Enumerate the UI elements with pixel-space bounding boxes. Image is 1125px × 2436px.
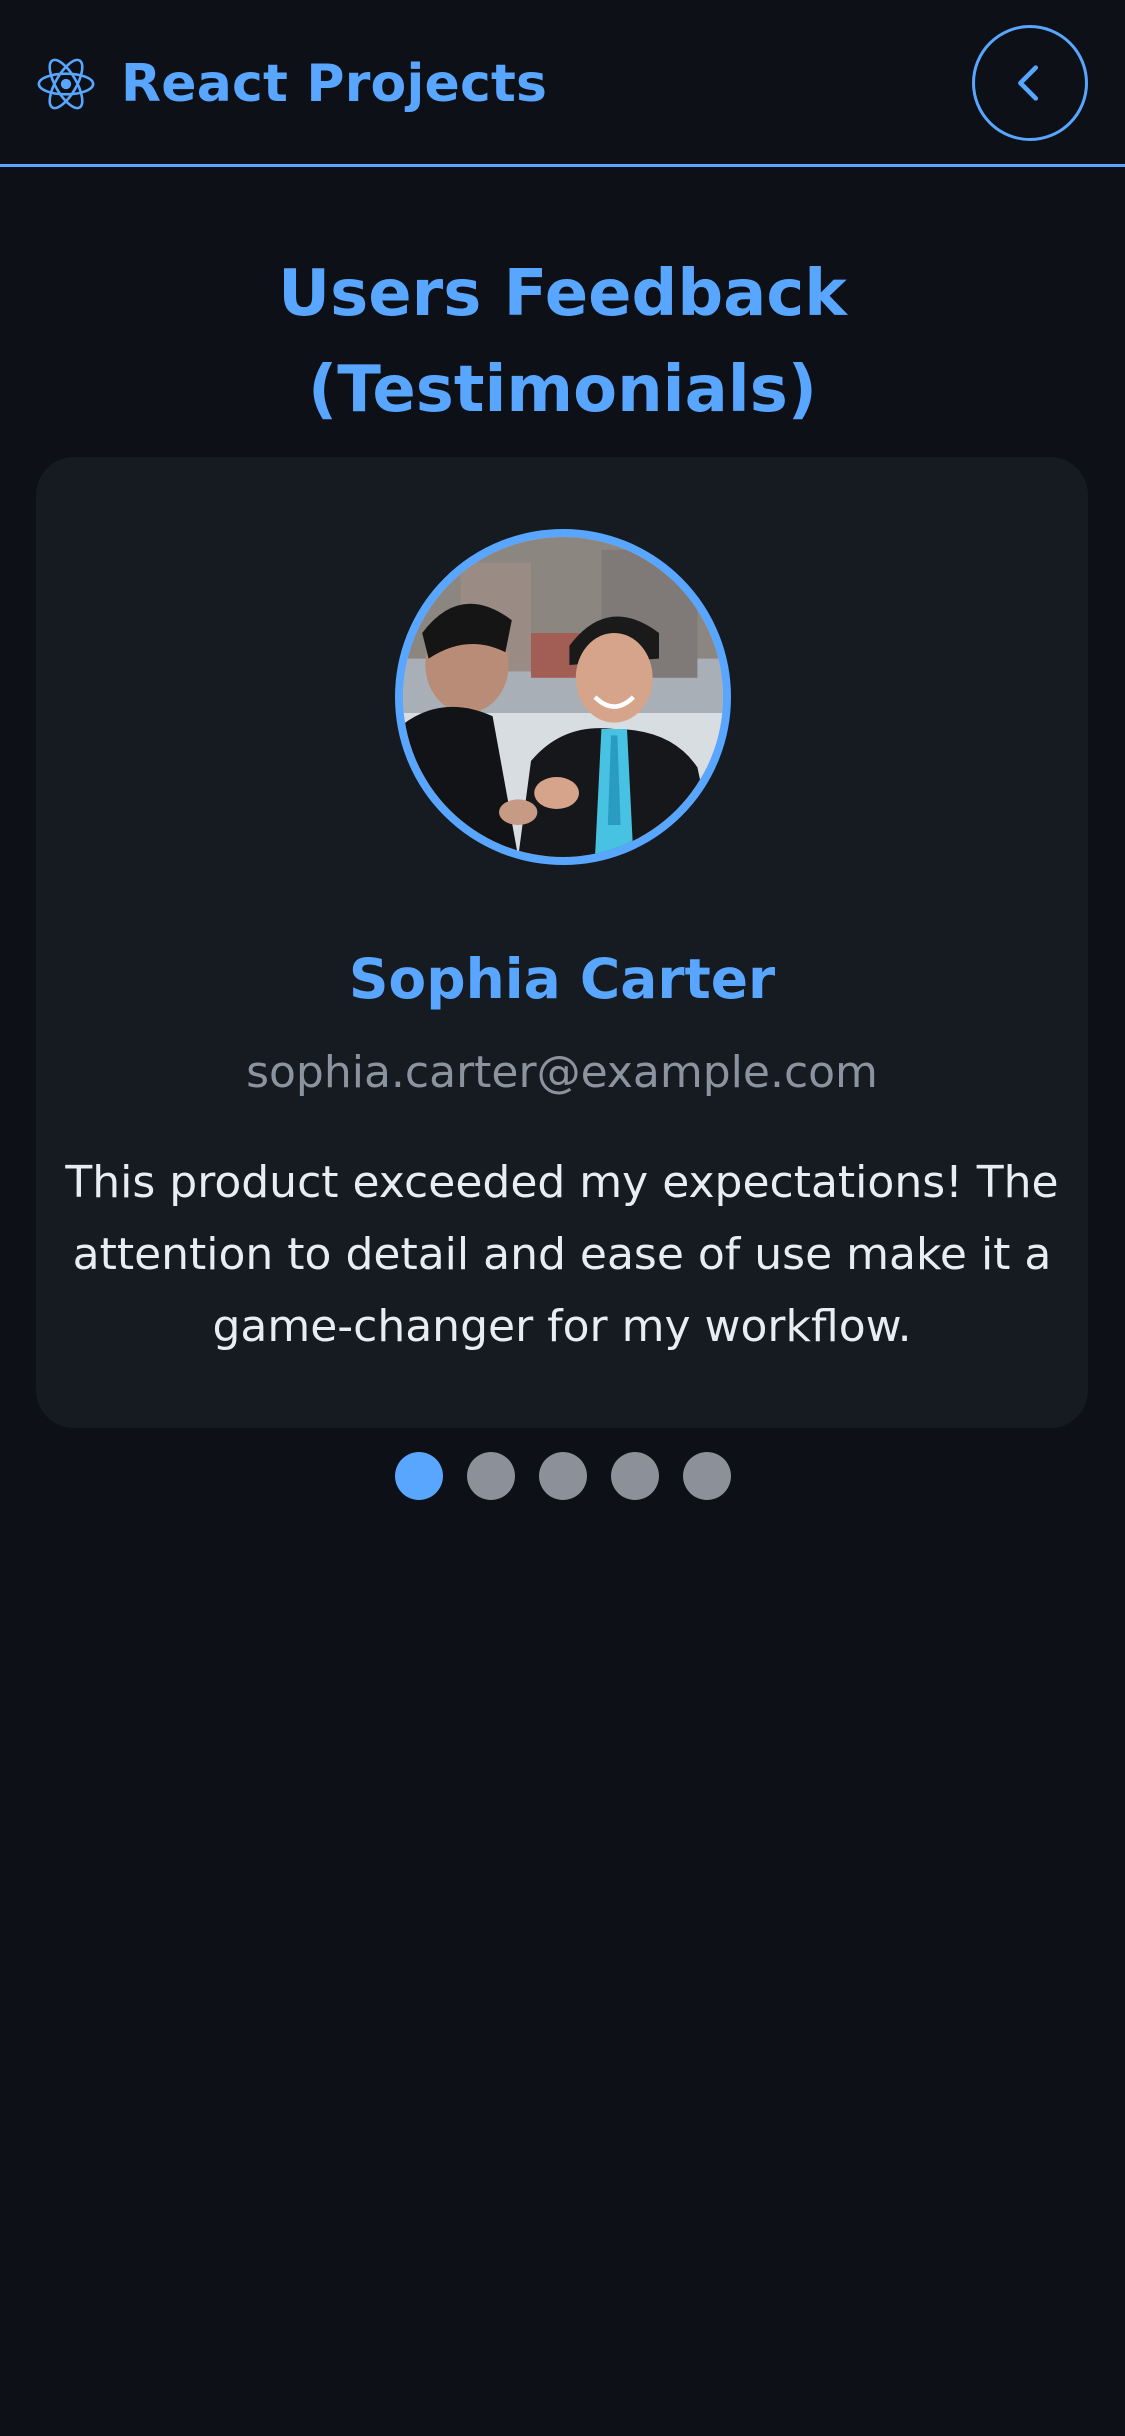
carousel-dot-1[interactable]: [394, 1452, 443, 1500]
testimonial-name: Sophia Carter: [348, 947, 776, 1011]
carousel-dot-3[interactable]: [538, 1452, 587, 1500]
page-title-line2: (Testimonials): [307, 353, 818, 427]
page-title: Users Feedback (Testimonials): [0, 246, 1125, 438]
app-header: React Projects: [0, 0, 1125, 167]
back-button[interactable]: [972, 25, 1088, 141]
avatar: [395, 529, 731, 865]
react-atom-icon: [37, 58, 95, 110]
chevron-left-icon: [1018, 65, 1039, 101]
carousel-dot-4[interactable]: [610, 1452, 659, 1500]
carousel-dot-5[interactable]: [682, 1452, 731, 1500]
testimonial-card: Sophia Carter sophia.carter@example.com …: [36, 457, 1088, 1428]
carousel-dot-2[interactable]: [466, 1452, 515, 1500]
carousel-pagination: [0, 1452, 1125, 1500]
brand[interactable]: React Projects: [35, 52, 547, 116]
page: React Projects Users Feedback (Testimoni…: [0, 0, 1125, 2436]
app-title: React Projects: [121, 54, 548, 114]
page-title-line1: Users Feedback: [278, 257, 847, 331]
testimonial-email: sophia.carter@example.com: [246, 1047, 878, 1098]
testimonial-text: This product exceeded my expectations! T…: [65, 1157, 1059, 1352]
user-photo: [403, 537, 723, 857]
